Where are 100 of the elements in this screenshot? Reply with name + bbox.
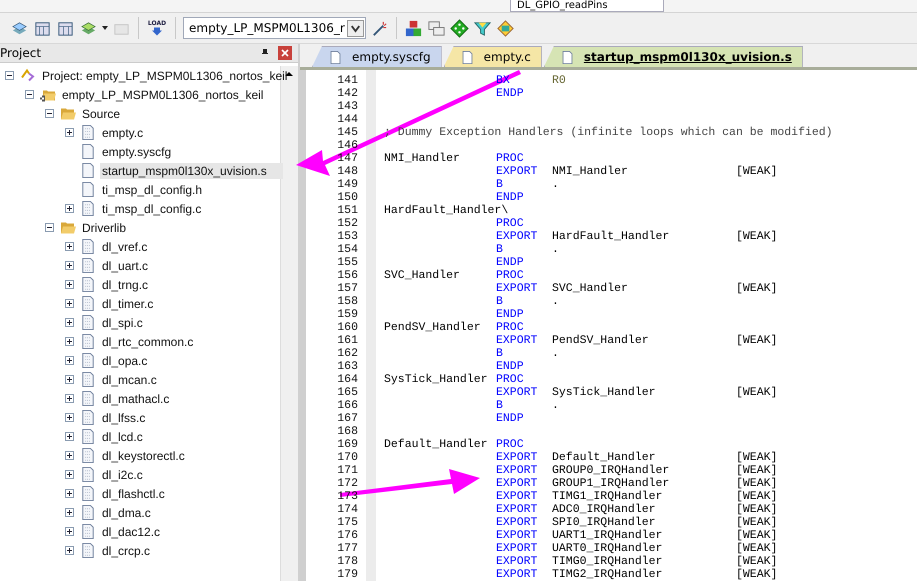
tree-item[interactable]: dl_keystorectl.c (100, 448, 187, 464)
expand-icon[interactable] (65, 375, 74, 384)
tree-item[interactable]: dl_mathacl.c (100, 390, 172, 406)
expand-icon[interactable] (65, 299, 74, 308)
expand-icon[interactable] (65, 508, 74, 517)
editor-tab[interactable]: empty.syscfg (312, 46, 442, 67)
tree-item[interactable]: dl_lfss.c (100, 410, 148, 426)
code-keyword: EXPORT (496, 230, 538, 243)
code-keyword: B (496, 347, 503, 360)
editor-tab[interactable]: startup_mspm0l130x_uvision.s (544, 46, 803, 67)
code-keyword: EXPORT (496, 542, 538, 555)
expand-icon[interactable] (65, 280, 74, 289)
expand-icon[interactable] (65, 356, 74, 365)
tree-item[interactable]: ti_msp_dl_config.h (100, 182, 204, 198)
function-dropdown[interactable]: DL_GPIO_readPins (510, 0, 664, 12)
collapse-icon[interactable] (5, 71, 14, 80)
tree-item[interactable]: dl_dma.c (100, 504, 153, 520)
file-icon (80, 447, 96, 464)
line-number: 143 (336, 100, 359, 113)
line-number: 145 (336, 126, 359, 139)
line-number: 170 (336, 451, 359, 464)
line-number: 153 (336, 230, 359, 243)
expand-icon[interactable] (65, 242, 74, 251)
tree-item[interactable]: empty_LP_MSPM0L1306_nortos_keil (60, 86, 266, 102)
tree-item[interactable]: empty.c (100, 124, 146, 140)
tree-item[interactable]: dl_timer.c (100, 296, 156, 312)
code-attribute: [WEAK] (736, 503, 778, 516)
tree-item[interactable]: dl_lcd.c (100, 428, 145, 444)
project-icon (20, 67, 36, 84)
expand-icon[interactable] (65, 451, 74, 460)
tree-item[interactable]: Driverlib (80, 220, 128, 236)
dropdown-caret-icon[interactable] (346, 20, 364, 36)
tree-item[interactable]: ti_msp_dl_config.c (100, 200, 204, 216)
file-icon (80, 409, 96, 426)
code-operand: TIMG0_IRQHandler (552, 555, 662, 568)
code-keyword: PROC (496, 217, 524, 230)
file-icon (80, 428, 96, 445)
file-icon (460, 50, 474, 64)
tree-item[interactable]: empty.syscfg (100, 144, 174, 160)
code-keyword: EXPORT (496, 464, 538, 477)
expand-icon[interactable] (65, 432, 74, 441)
tree-item[interactable]: dl_uart.c (100, 258, 150, 274)
collapse-icon[interactable] (45, 223, 54, 232)
code-operand: . (552, 178, 559, 191)
tree-item[interactable]: dl_spi.c (100, 314, 145, 330)
tree-item[interactable]: Source (80, 106, 122, 122)
tree-item[interactable]: startup_mspm0l130x_uvision.s (100, 162, 283, 178)
line-number: 154 (336, 243, 359, 256)
code-operand: NMI_Handler (552, 165, 628, 178)
code-attribute: [WEAK] (736, 490, 778, 503)
collapse-icon[interactable] (45, 109, 54, 118)
expand-icon[interactable] (65, 318, 74, 327)
code-attribute: [WEAK] (736, 165, 778, 178)
collapse-icon[interactable] (25, 90, 34, 99)
close-icon[interactable] (278, 46, 292, 60)
line-number: 142 (336, 87, 359, 100)
code-keyword: EXPORT (496, 165, 538, 178)
expand-icon[interactable] (65, 413, 74, 422)
file-icon (80, 162, 96, 179)
line-number: 159 (336, 308, 359, 321)
expand-icon[interactable] (65, 546, 74, 555)
tree-item[interactable]: dl_i2c.c (100, 466, 145, 482)
expand-icon[interactable] (65, 204, 74, 213)
expand-icon[interactable] (65, 261, 74, 270)
target-dropdown[interactable]: empty_LP_MSPM0L1306_r (183, 17, 366, 39)
code-attribute: [WEAK] (736, 451, 778, 464)
tree-item[interactable]: dl_vref.c (100, 238, 150, 254)
line-number: 141 (336, 74, 359, 87)
file-icon (80, 371, 96, 388)
blocks-icon[interactable] (404, 18, 423, 38)
file-icon (80, 485, 96, 502)
tree-item[interactable]: dl_crcp.c (100, 542, 152, 558)
expand-icon[interactable] (65, 394, 74, 403)
file-icon (80, 295, 96, 312)
caret-icon[interactable] (102, 26, 108, 30)
windows-icon[interactable] (426, 18, 446, 38)
tree-item[interactable]: dl_opa.c (100, 352, 150, 368)
code-attribute: [WEAK] (736, 529, 778, 542)
expand-icon[interactable] (65, 128, 74, 137)
tree-item[interactable]: dl_flashctl.c (100, 486, 167, 502)
code-keyword: EXPORT (496, 334, 538, 347)
expand-icon[interactable] (65, 337, 74, 346)
file-icon (80, 238, 96, 255)
chip-icon[interactable] (496, 18, 515, 38)
tree-item[interactable]: dl_mcan.c (100, 372, 159, 388)
expand-icon[interactable] (65, 527, 74, 536)
code-operand: SPI0_IRQHandler (552, 516, 656, 529)
tree-item[interactable]: dl_dac12.c (100, 524, 162, 540)
expand-icon[interactable] (65, 489, 74, 498)
diamond-icon[interactable] (450, 18, 469, 38)
code-label: SysTick_Handler (384, 373, 488, 386)
tree-item[interactable]: dl_trng.c (100, 276, 150, 292)
tree-item[interactable]: Project: empty_LP_MSPM0L1306_nortos_keil (40, 68, 290, 84)
tree-item[interactable]: dl_rtc_common.c (100, 334, 196, 350)
expand-icon[interactable] (65, 470, 74, 479)
editor-tab[interactable]: empty.c (444, 46, 542, 67)
line-number: 155 (336, 256, 359, 269)
code-operand: . (552, 243, 559, 256)
code-keyword: PROC (496, 321, 524, 334)
code-keyword: B (496, 178, 503, 191)
